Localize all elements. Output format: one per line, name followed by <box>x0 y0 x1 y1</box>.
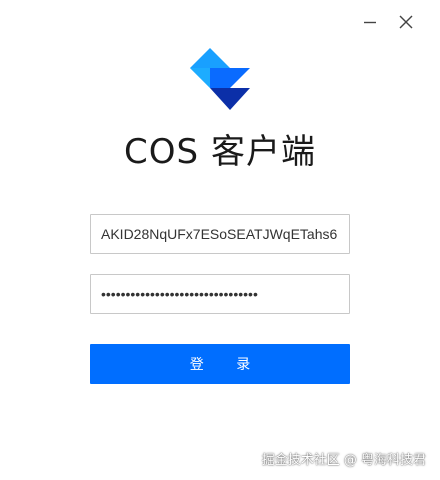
login-window: COS 客户端 登 录 掘金技术社区 @ 粤海科技君 <box>0 0 440 480</box>
close-icon <box>399 15 413 29</box>
cos-logo-icon <box>186 44 254 112</box>
minimize-button[interactable] <box>358 10 382 34</box>
close-button[interactable] <box>394 10 418 34</box>
login-button[interactable]: 登 录 <box>90 344 350 384</box>
secret-key-field[interactable] <box>90 274 350 314</box>
secret-id-field[interactable] <box>90 214 350 254</box>
watermark-text: 掘金技术社区 @ 粤海科技君 <box>261 453 426 468</box>
app-title: COS 客户端 <box>124 132 316 172</box>
minimize-icon <box>364 21 376 24</box>
